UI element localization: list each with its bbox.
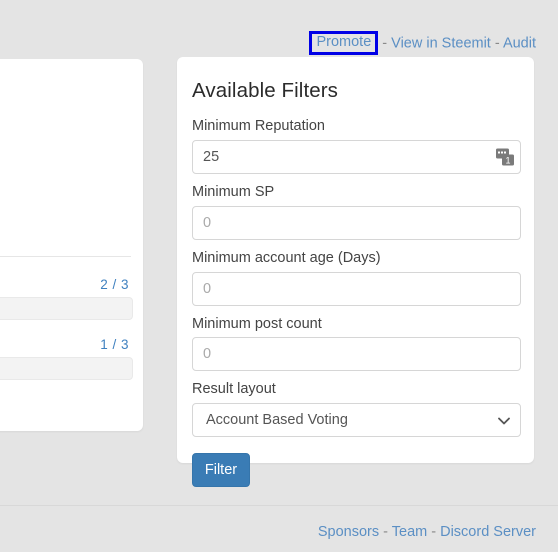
footer-separator-1: -	[379, 524, 392, 540]
minimum-reputation-value: 25	[203, 148, 220, 165]
top-utility-bar: Promote - View in Steemit - Audit	[0, 0, 558, 55]
left-card-row: 2 / 3	[0, 277, 133, 320]
left-card-divider	[0, 256, 131, 257]
left-card-row: 1 / 3	[0, 337, 133, 380]
top-separator-2: -	[490, 35, 503, 52]
minimum-post-count-value: 0	[203, 346, 212, 363]
top-separator-1: -	[378, 35, 392, 52]
vote-count-label: 2 / 3	[100, 277, 129, 292]
minimum-post-count-label: Minimum post count	[192, 315, 322, 332]
result-layout-selected-value: Account Based Voting	[206, 412, 348, 429]
footer-links: Sponsors - Team - Discord Server	[318, 524, 536, 540]
filter-submit-button[interactable]: Filter	[192, 453, 250, 488]
result-layout-select-wrapper[interactable]: Account Based Voting	[192, 403, 521, 438]
progress-bar	[0, 297, 133, 320]
minimum-post-count-input[interactable]: 0	[192, 337, 521, 372]
result-layout-select[interactable]: Account Based Voting	[192, 403, 521, 438]
view-in-steemit-link[interactable]: View in Steemit	[391, 36, 491, 52]
svg-text:1: 1	[505, 155, 510, 165]
footer-divider	[0, 505, 558, 506]
minimum-reputation-input[interactable]: 25 1	[192, 139, 521, 174]
top-links: Promote - View in Steemit - Audit	[309, 31, 536, 56]
promote-highlight-box: Promote	[309, 31, 379, 55]
vote-count-label: 1 / 3	[100, 337, 129, 352]
minimum-account-age-input[interactable]: 0	[192, 271, 521, 306]
progress-bar	[0, 357, 133, 380]
available-filters-card: Available Filters Minimum Reputation 25 …	[177, 57, 534, 488]
audit-link[interactable]: Audit	[503, 36, 536, 52]
minimum-sp-label: Minimum SP	[192, 183, 275, 200]
page-title: Available Filters	[192, 79, 339, 102]
sponsors-link[interactable]: Sponsors	[318, 524, 379, 540]
minimum-sp-input[interactable]: 0	[192, 205, 521, 240]
result-layout-label: Result layout	[192, 381, 276, 398]
minimum-sp-value: 0	[203, 214, 212, 231]
autofill-badge-icon[interactable]: 1	[496, 147, 515, 166]
left-results-card: 2 / 3 1 / 3	[0, 59, 143, 431]
minimum-account-age-label: Minimum account age (Days)	[192, 249, 381, 266]
team-link[interactable]: Team	[392, 524, 427, 540]
footer-separator-2: -	[427, 524, 441, 540]
minimum-account-age-value: 0	[203, 280, 212, 297]
discord-server-link[interactable]: Discord Server	[440, 524, 536, 540]
minimum-reputation-label: Minimum Reputation	[192, 118, 325, 134]
promote-link[interactable]: Promote	[316, 34, 371, 50]
